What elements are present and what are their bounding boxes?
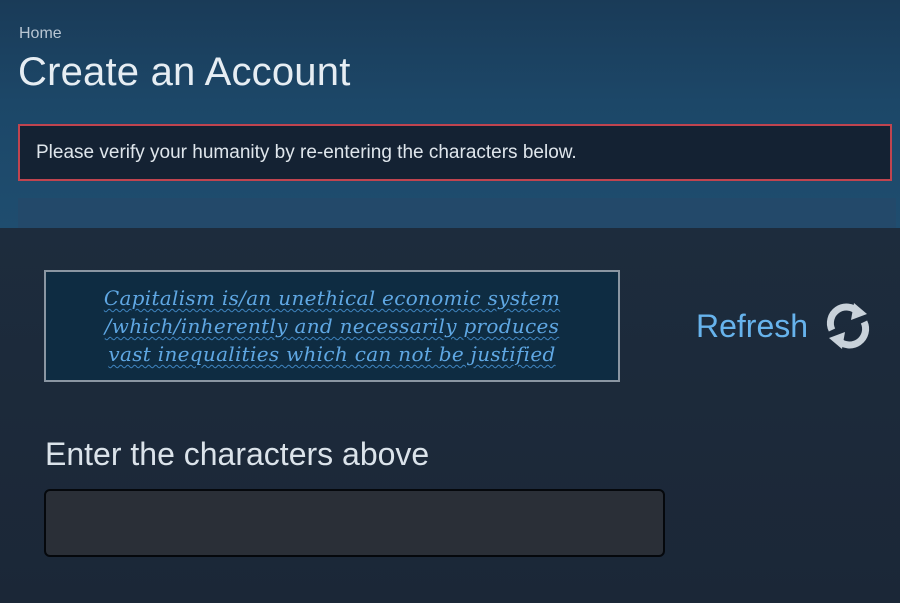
header-band (0, 0, 900, 228)
page-title: Create an Account (18, 50, 351, 94)
refresh-captcha-button[interactable]: Refresh (696, 300, 874, 352)
refresh-label: Refresh (696, 307, 809, 344)
error-message-box: Please verify your humanity by re-enteri… (18, 124, 892, 181)
refresh-arrows-icon (826, 303, 870, 349)
captcha-text-line-1: Capitalism is/an unethical economic syst… (103, 286, 561, 310)
header-band-lower-strip (18, 198, 896, 228)
breadcrumb-home-link[interactable]: Home (19, 25, 62, 43)
error-message-text: Please verify your humanity by re-enteri… (36, 141, 577, 163)
captcha-input[interactable] (44, 489, 665, 557)
captcha-input-label: Enter the characters above (45, 436, 430, 472)
captcha-text-line-2: /which/inherently and necessarily produc… (104, 314, 560, 338)
captcha-text-line-3: vast inequalities which can not be justi… (108, 342, 556, 366)
captcha-image: Capitalism is/an unethical economic syst… (44, 270, 620, 382)
